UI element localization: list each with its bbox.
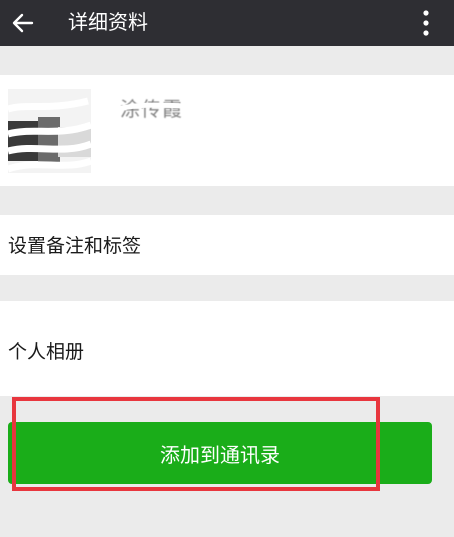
more-vertical-icon [423, 10, 429, 36]
more-options-button[interactable] [406, 0, 446, 46]
page-title: 详细资料 [68, 10, 148, 34]
back-button[interactable] [0, 0, 46, 46]
personal-album-row[interactable]: 个人相册 [0, 301, 454, 396]
arrow-left-icon [12, 13, 34, 33]
add-to-contacts-button[interactable]: 添加到通讯录 [8, 422, 432, 484]
top-navigation-bar: 详细资料 [0, 0, 454, 46]
profile-card: 涂传霞 [0, 75, 454, 186]
remark-and-tags-label: 设置备注和标签 [8, 235, 142, 257]
remark-and-tags-row[interactable]: 设置备注和标签 [0, 215, 454, 275]
personal-album-label: 个人相册 [8, 341, 85, 363]
avatar[interactable] [8, 89, 91, 173]
redaction-scribble [118, 84, 245, 112]
